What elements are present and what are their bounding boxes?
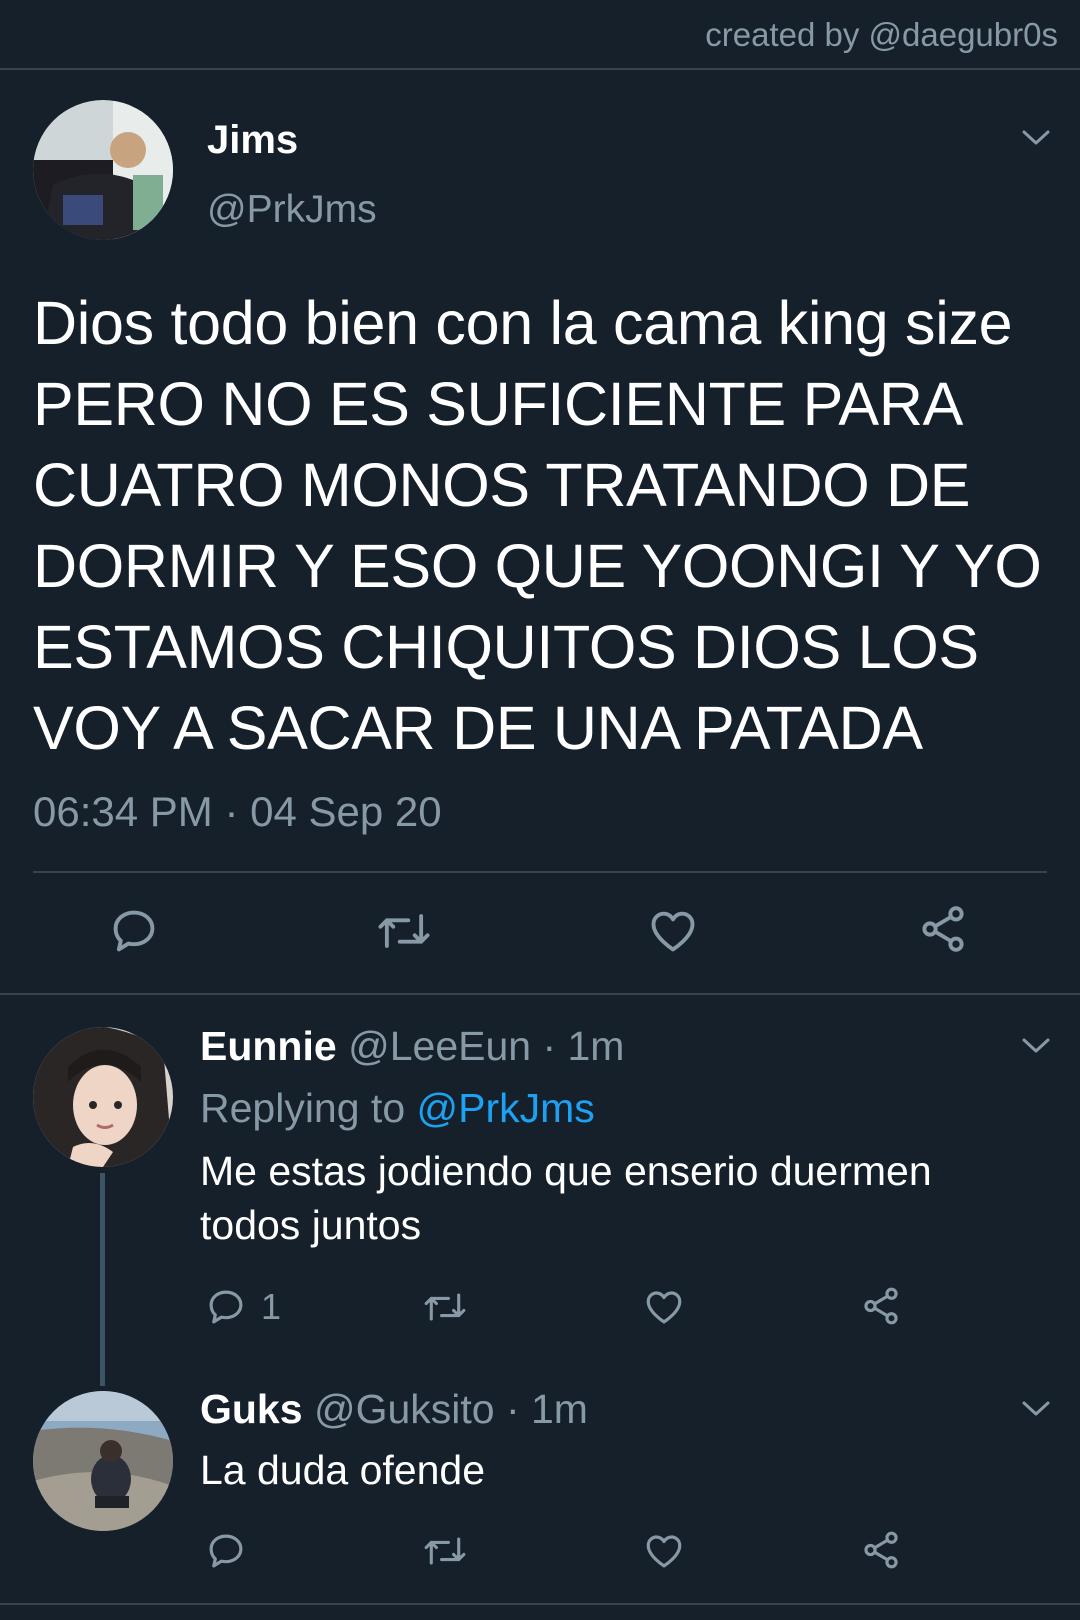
thread-line <box>100 1173 105 1386</box>
share-icon <box>922 906 964 952</box>
reply-button[interactable]: 1 <box>205 1286 281 1328</box>
reply-text: Me estas jodiendo que enserio duermen to… <box>200 1148 932 1248</box>
share-icon <box>864 1287 898 1325</box>
retweet-icon <box>378 914 430 948</box>
reply-icon <box>113 910 155 952</box>
reply-header: Eunnie @LeeEun · 1m <box>200 1023 624 1070</box>
like-button[interactable] <box>642 1286 686 1328</box>
credit-text: created by @daegubr0s <box>705 16 1058 53</box>
reply-header: Guks @Guksito · 1m <box>200 1386 588 1433</box>
chevron-down-icon[interactable] <box>1021 1399 1051 1419</box>
main-tweet-timestamp[interactable]: 06:34 PM · 04 Sep 20 <box>33 788 442 836</box>
reply-button[interactable] <box>205 1530 247 1572</box>
reply-author-handle[interactable]: @LeeEun · 1m <box>348 1023 624 1069</box>
reply-author-handle[interactable]: @Guksito · 1m <box>314 1386 588 1432</box>
reply-author-name[interactable]: Guks <box>200 1386 303 1432</box>
bottom-divider <box>0 1603 1080 1605</box>
like-button[interactable] <box>642 1530 686 1572</box>
main-tweet-text: Dios todo bien con la cama king size PER… <box>33 289 1042 762</box>
reply-icon <box>209 1290 243 1324</box>
chevron-down-icon[interactable] <box>1021 128 1051 148</box>
share-icon <box>864 1531 898 1569</box>
main-author-handle[interactable]: @PrkJms <box>207 188 377 232</box>
retweet-icon <box>424 1293 466 1321</box>
replying-to-link[interactable]: @PrkJms <box>417 1085 595 1131</box>
reply-author-avatar[interactable] <box>33 1391 173 1531</box>
retweet-icon <box>424 1537 466 1565</box>
share-button[interactable] <box>860 1285 902 1327</box>
share-button[interactable] <box>917 903 969 955</box>
retweet-button[interactable] <box>421 1530 469 1572</box>
top-divider <box>0 68 1080 70</box>
reply-button[interactable] <box>108 905 160 957</box>
chevron-down-icon[interactable] <box>1021 1036 1051 1056</box>
main-author-name[interactable]: Jims <box>207 118 298 163</box>
reply-icon <box>209 1534 243 1568</box>
section-divider <box>0 993 1080 995</box>
like-icon <box>651 911 695 952</box>
replying-to-label: Replying to <box>200 1085 417 1131</box>
tweet-divider <box>33 871 1047 873</box>
retweet-button[interactable] <box>421 1286 469 1328</box>
reply-author-avatar[interactable] <box>33 1027 173 1167</box>
share-button[interactable] <box>860 1529 902 1571</box>
reply-author-name[interactable]: Eunnie <box>200 1023 337 1069</box>
reply-count: 1 <box>261 1286 282 1327</box>
replying-to-line: Replying to @PrkJms <box>200 1085 595 1132</box>
reply-text: La duda ofende <box>200 1447 485 1493</box>
like-icon <box>646 1291 682 1324</box>
like-button[interactable] <box>646 905 700 957</box>
retweet-button[interactable] <box>374 905 434 957</box>
main-author-avatar[interactable] <box>33 100 173 240</box>
like-icon <box>646 1535 682 1568</box>
